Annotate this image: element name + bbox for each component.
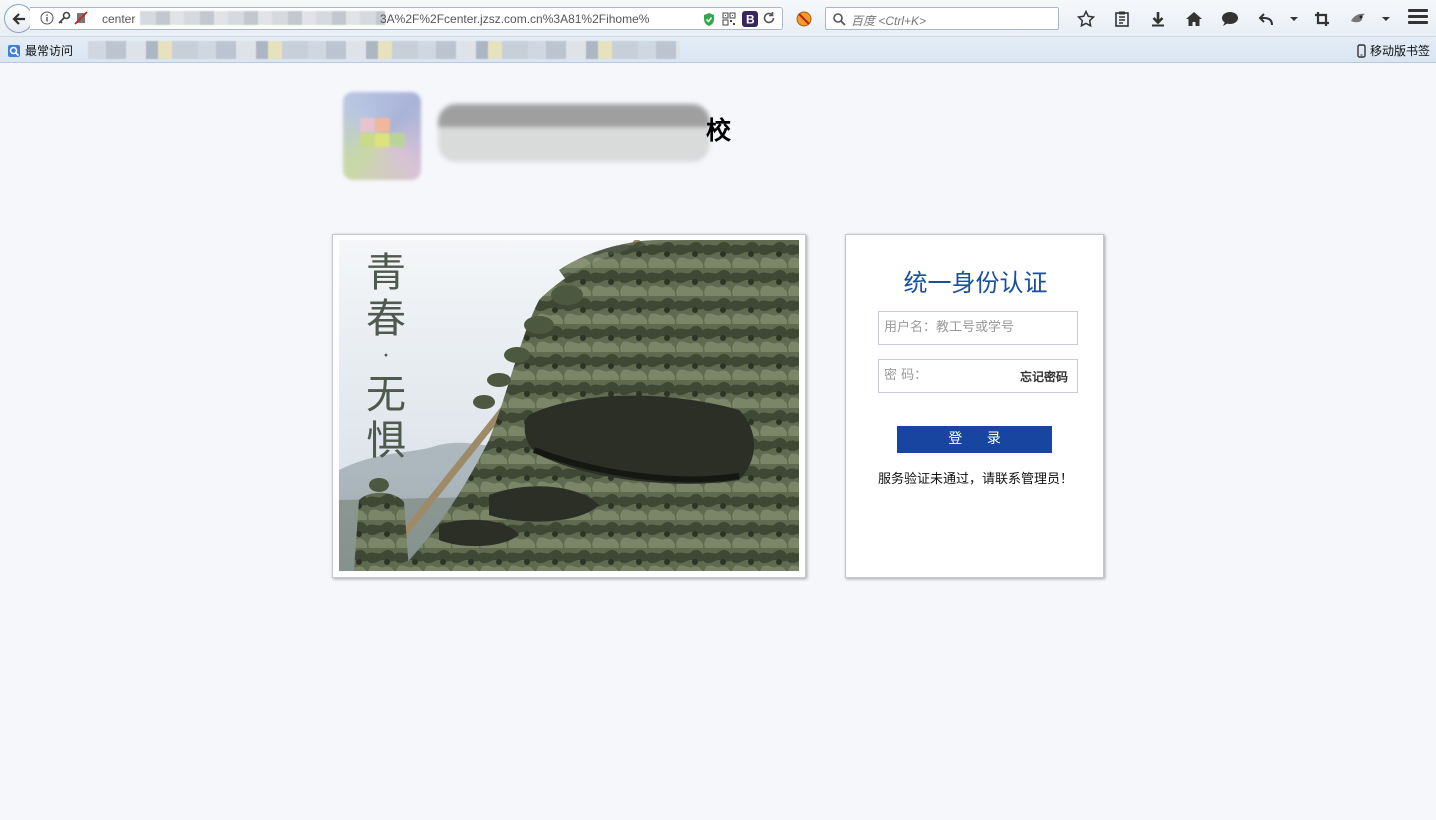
mobile-bookmarks-label: 移动版书签 [1369, 44, 1430, 58]
school-name-suffix: 校 [706, 116, 732, 145]
forgot-password-link[interactable]: 忘记密码 [1020, 368, 1068, 385]
login-card: 统一身份认证 忘记密码 登 录 服务验证未通过，请联系管理员！ [845, 234, 1104, 578]
logo-pixel [390, 133, 405, 147]
home-icon [1186, 12, 1202, 26]
username-field[interactable] [878, 311, 1078, 345]
shield-icon[interactable] [702, 12, 716, 27]
poem-char: 青 [366, 250, 406, 296]
search-icon [833, 13, 846, 26]
reading-list-button[interactable] [1104, 8, 1140, 30]
poem-char: 春 [366, 296, 406, 342]
qr-code-icon[interactable] [722, 12, 736, 26]
undo-icon [1258, 13, 1273, 26]
addon-icon[interactable] [795, 10, 813, 28]
mobile-bookmarks[interactable]: 移动版书签 [1357, 42, 1430, 59]
home-button[interactable] [1176, 8, 1212, 30]
menu-button[interactable] [1408, 9, 1428, 27]
banner-photo-frame: 青 春 · 无 惧 [332, 234, 806, 578]
bootstrap-icon[interactable]: B [742, 11, 758, 27]
most-visited-bookmark[interactable]: 最常访问 [7, 42, 73, 59]
crop-button[interactable] [1304, 8, 1340, 30]
search-placeholder: 百度 <Ctrl+K> [851, 14, 927, 28]
most-visited-icon [8, 44, 20, 57]
bookmarks-bar: 最常访问 移动版书签 [0, 37, 1436, 63]
reading-list-icon [1115, 11, 1129, 27]
poem-char: · [382, 344, 390, 369]
military-training-photo: 青 春 · 无 惧 [339, 240, 799, 571]
chat-icon [1222, 12, 1238, 26]
redacted-school-name [438, 104, 710, 162]
password-field[interactable]: 忘记密码 [878, 359, 1078, 393]
info-icon[interactable] [40, 11, 54, 25]
password-input[interactable] [884, 368, 1004, 383]
blocked-icon[interactable] [74, 11, 88, 25]
reload-button[interactable] [762, 11, 776, 28]
crop-icon [1315, 12, 1329, 26]
dropdown-icon [1382, 17, 1390, 21]
login-button[interactable]: 登 录 [897, 426, 1052, 453]
url-text-start: center [102, 12, 136, 26]
undo-dropdown[interactable] [1284, 8, 1304, 30]
key-icon[interactable] [57, 11, 71, 25]
username-input[interactable] [884, 320, 1072, 335]
star-icon [1077, 10, 1095, 28]
download-button[interactable] [1140, 8, 1176, 30]
poem-char: 无 [366, 372, 406, 418]
dropdown-icon [1290, 17, 1298, 21]
chat-button[interactable] [1212, 8, 1248, 30]
url-text-end: 3A%2F%2Fcenter.jzsz.com.cn%3A81%2Fihome% [380, 12, 650, 26]
error-message: 服务验证未通过，请联系管理员！ [877, 472, 1073, 487]
login-title: 统一身份认证 [903, 269, 1048, 297]
logo-pixel [375, 118, 390, 132]
search-bar[interactable]: 百度 <Ctrl+K> [825, 7, 1059, 30]
browser-toolbar: center 3A%2F%2Fcenter.jzsz.com.cn%3A81%2… [0, 0, 1436, 37]
mobile-phone-icon [1357, 43, 1366, 58]
poem-calligraphy: 青 春 · 无 惧 [361, 250, 411, 464]
back-button[interactable] [4, 4, 33, 33]
extension-dropdown[interactable] [1376, 8, 1396, 30]
poem-char: 惧 [366, 418, 406, 464]
undo-button[interactable] [1248, 8, 1284, 30]
svg-text:B: B [746, 13, 755, 27]
download-icon [1152, 12, 1164, 27]
menu-icon [1408, 9, 1428, 24]
redacted-bookmarks [88, 41, 680, 59]
logo-pixel [360, 133, 375, 147]
back-arrow-icon [11, 12, 25, 25]
extension-button[interactable] [1340, 8, 1376, 30]
most-visited-label: 最常访问 [25, 44, 74, 58]
url-bar[interactable]: center 3A%2F%2Fcenter.jzsz.com.cn%3A81%2… [30, 7, 783, 30]
reload-icon [763, 12, 775, 24]
redacted-url [140, 11, 385, 25]
logo-pixel [375, 133, 390, 147]
bookmark-star-button[interactable] [1068, 8, 1104, 30]
extension-icon [1351, 13, 1365, 23]
logo-pixel [360, 118, 375, 132]
